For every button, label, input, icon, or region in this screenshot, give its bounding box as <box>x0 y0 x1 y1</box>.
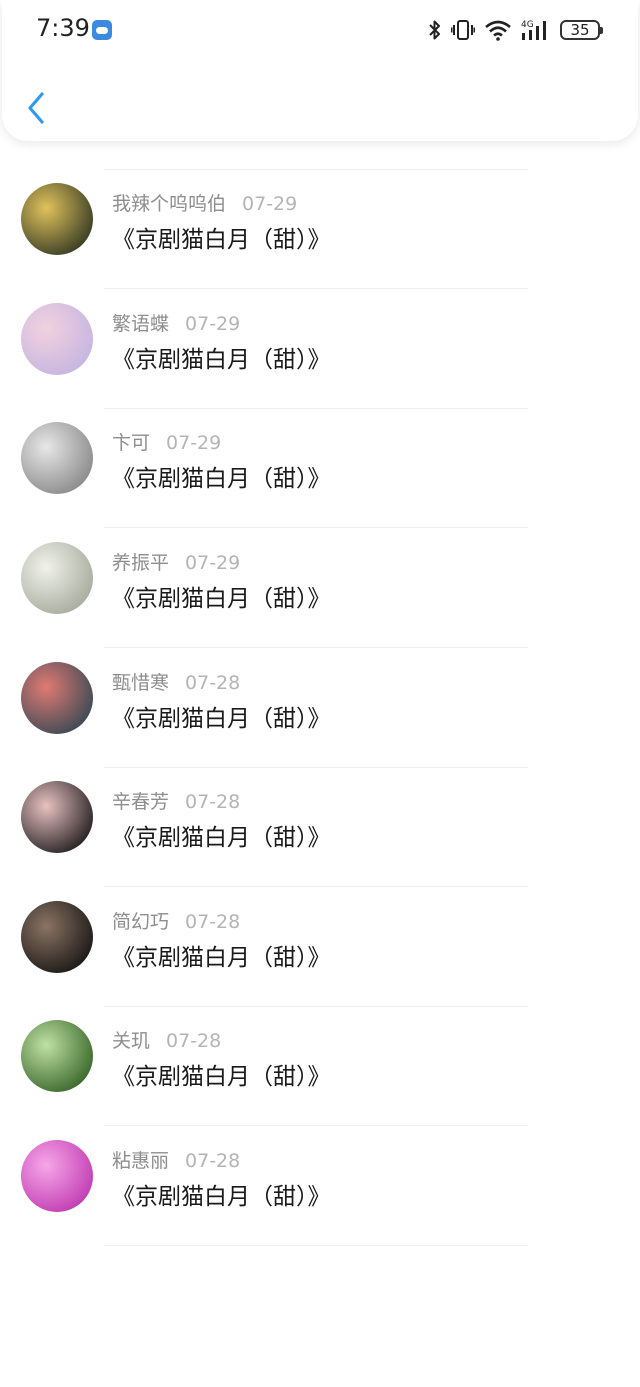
comment-text: 《京剧猫白月（甜）》 <box>112 1184 331 1210</box>
comment-meta: 甄惜寒 07-28 <box>112 668 240 695</box>
avatar[interactable] <box>21 1140 93 1212</box>
avatar[interactable] <box>21 901 93 973</box>
comment-text: 《京剧猫白月（甜）》 <box>112 227 331 253</box>
comment-meta: 卞可 07-29 <box>112 428 221 455</box>
wifi-icon <box>485 20 511 41</box>
user-name[interactable]: 卞可 <box>112 432 150 454</box>
chevron-left-icon <box>28 92 44 124</box>
svg-text:4G: 4G <box>521 20 534 30</box>
comment-date: 07-29 <box>166 432 222 454</box>
list-item[interactable]: 关玑 07-28 《京剧猫白月（甜）》 <box>0 1007 640 1126</box>
comment-text: 《京剧猫白月（甜）》 <box>112 1064 331 1090</box>
battery-level: 35 <box>570 21 590 39</box>
comment-text: 《京剧猫白月（甜）》 <box>112 706 331 732</box>
list-item[interactable]: 我辣个呜呜伯 07-29 《京剧猫白月（甜）》 <box>0 170 640 289</box>
user-name[interactable]: 甄惜寒 <box>112 672 169 694</box>
list-item[interactable]: 粘惠丽 07-28 《京剧猫白月（甜）》 <box>0 1127 640 1246</box>
user-name[interactable]: 关玑 <box>112 1030 150 1052</box>
divider <box>104 886 528 887</box>
list-item[interactable]: 养振平 07-29 《京剧猫白月（甜）》 <box>0 529 640 648</box>
comment-meta: 繁语蝶 07-29 <box>112 309 240 336</box>
comment-meta: 辛春芳 07-28 <box>112 787 240 814</box>
divider <box>104 527 528 528</box>
comment-text: 《京剧猫白月（甜）》 <box>112 347 331 373</box>
avatar[interactable] <box>21 781 93 853</box>
comment-text: 《京剧猫白月（甜）》 <box>112 586 331 612</box>
avatar[interactable] <box>21 1020 93 1092</box>
bluetooth-icon <box>429 20 440 40</box>
back-button[interactable] <box>20 88 56 128</box>
comment-meta: 我辣个呜呜伯 07-29 <box>112 189 297 216</box>
list-item[interactable]: 繁语蝶 07-29 《京剧猫白月（甜）》 <box>0 290 640 409</box>
user-name[interactable]: 辛春芳 <box>112 791 169 813</box>
comment-date: 07-28 <box>185 911 241 933</box>
vibrate-icon <box>451 20 475 40</box>
comment-date: 07-28 <box>166 1030 222 1052</box>
list-item[interactable]: 简幻巧 07-28 《京剧猫白月（甜）》 <box>0 888 640 1007</box>
status-time: 7:39 <box>36 14 90 42</box>
weather-icon <box>92 20 112 40</box>
comment-text: 《京剧猫白月（甜）》 <box>112 825 331 851</box>
user-name[interactable]: 繁语蝶 <box>112 313 169 335</box>
list-item[interactable]: 辛春芳 07-28 《京剧猫白月（甜）》 <box>0 768 640 887</box>
comment-date: 07-28 <box>185 672 241 694</box>
comment-list: 《京剧猫白月（甜）》栋宜人07-30《京剧猫白月（甜）》我辣个呜呜伯07-29《… <box>0 0 640 1387</box>
user-name[interactable]: 我辣个呜呜伯 <box>112 193 226 215</box>
status-bar: 7:39 4G 35 <box>2 0 638 60</box>
avatar[interactable] <box>21 183 93 255</box>
top-app-bar: 7:39 4G 35 <box>2 0 638 141</box>
divider <box>104 647 528 648</box>
comment-date: 07-28 <box>185 791 241 813</box>
comment-text: 《京剧猫白月（甜）》 <box>112 466 331 492</box>
user-name[interactable]: 养振平 <box>112 552 169 574</box>
avatar[interactable] <box>21 303 93 375</box>
comment-date: 07-29 <box>185 552 241 574</box>
comment-meta: 粘惠丽 07-28 <box>112 1146 240 1173</box>
comment-meta: 关玑 07-28 <box>112 1026 221 1053</box>
avatar[interactable] <box>21 542 93 614</box>
avatar[interactable] <box>21 422 93 494</box>
divider <box>104 1245 528 1246</box>
list-item[interactable]: 卞可 07-29 《京剧猫白月（甜）》 <box>0 409 640 528</box>
avatar[interactable] <box>21 662 93 734</box>
comment-meta: 简幻巧 07-28 <box>112 907 240 934</box>
user-name[interactable]: 简幻巧 <box>112 911 169 933</box>
comment-text: 《京剧猫白月（甜）》 <box>112 945 331 971</box>
status-icons: 4G 35 <box>428 16 603 44</box>
user-name[interactable]: 粘惠丽 <box>112 1150 169 1172</box>
list-item[interactable]: 甄惜寒 07-28 《京剧猫白月（甜）》 <box>0 649 640 768</box>
divider <box>104 288 528 289</box>
comment-date: 07-29 <box>185 313 241 335</box>
battery-icon: 35 <box>560 20 603 40</box>
signal-4g-icon: 4G <box>521 20 546 40</box>
comment-date: 07-28 <box>185 1150 241 1172</box>
comment-meta: 养振平 07-29 <box>112 548 240 575</box>
comment-date: 07-29 <box>242 193 298 215</box>
divider <box>104 1125 528 1126</box>
